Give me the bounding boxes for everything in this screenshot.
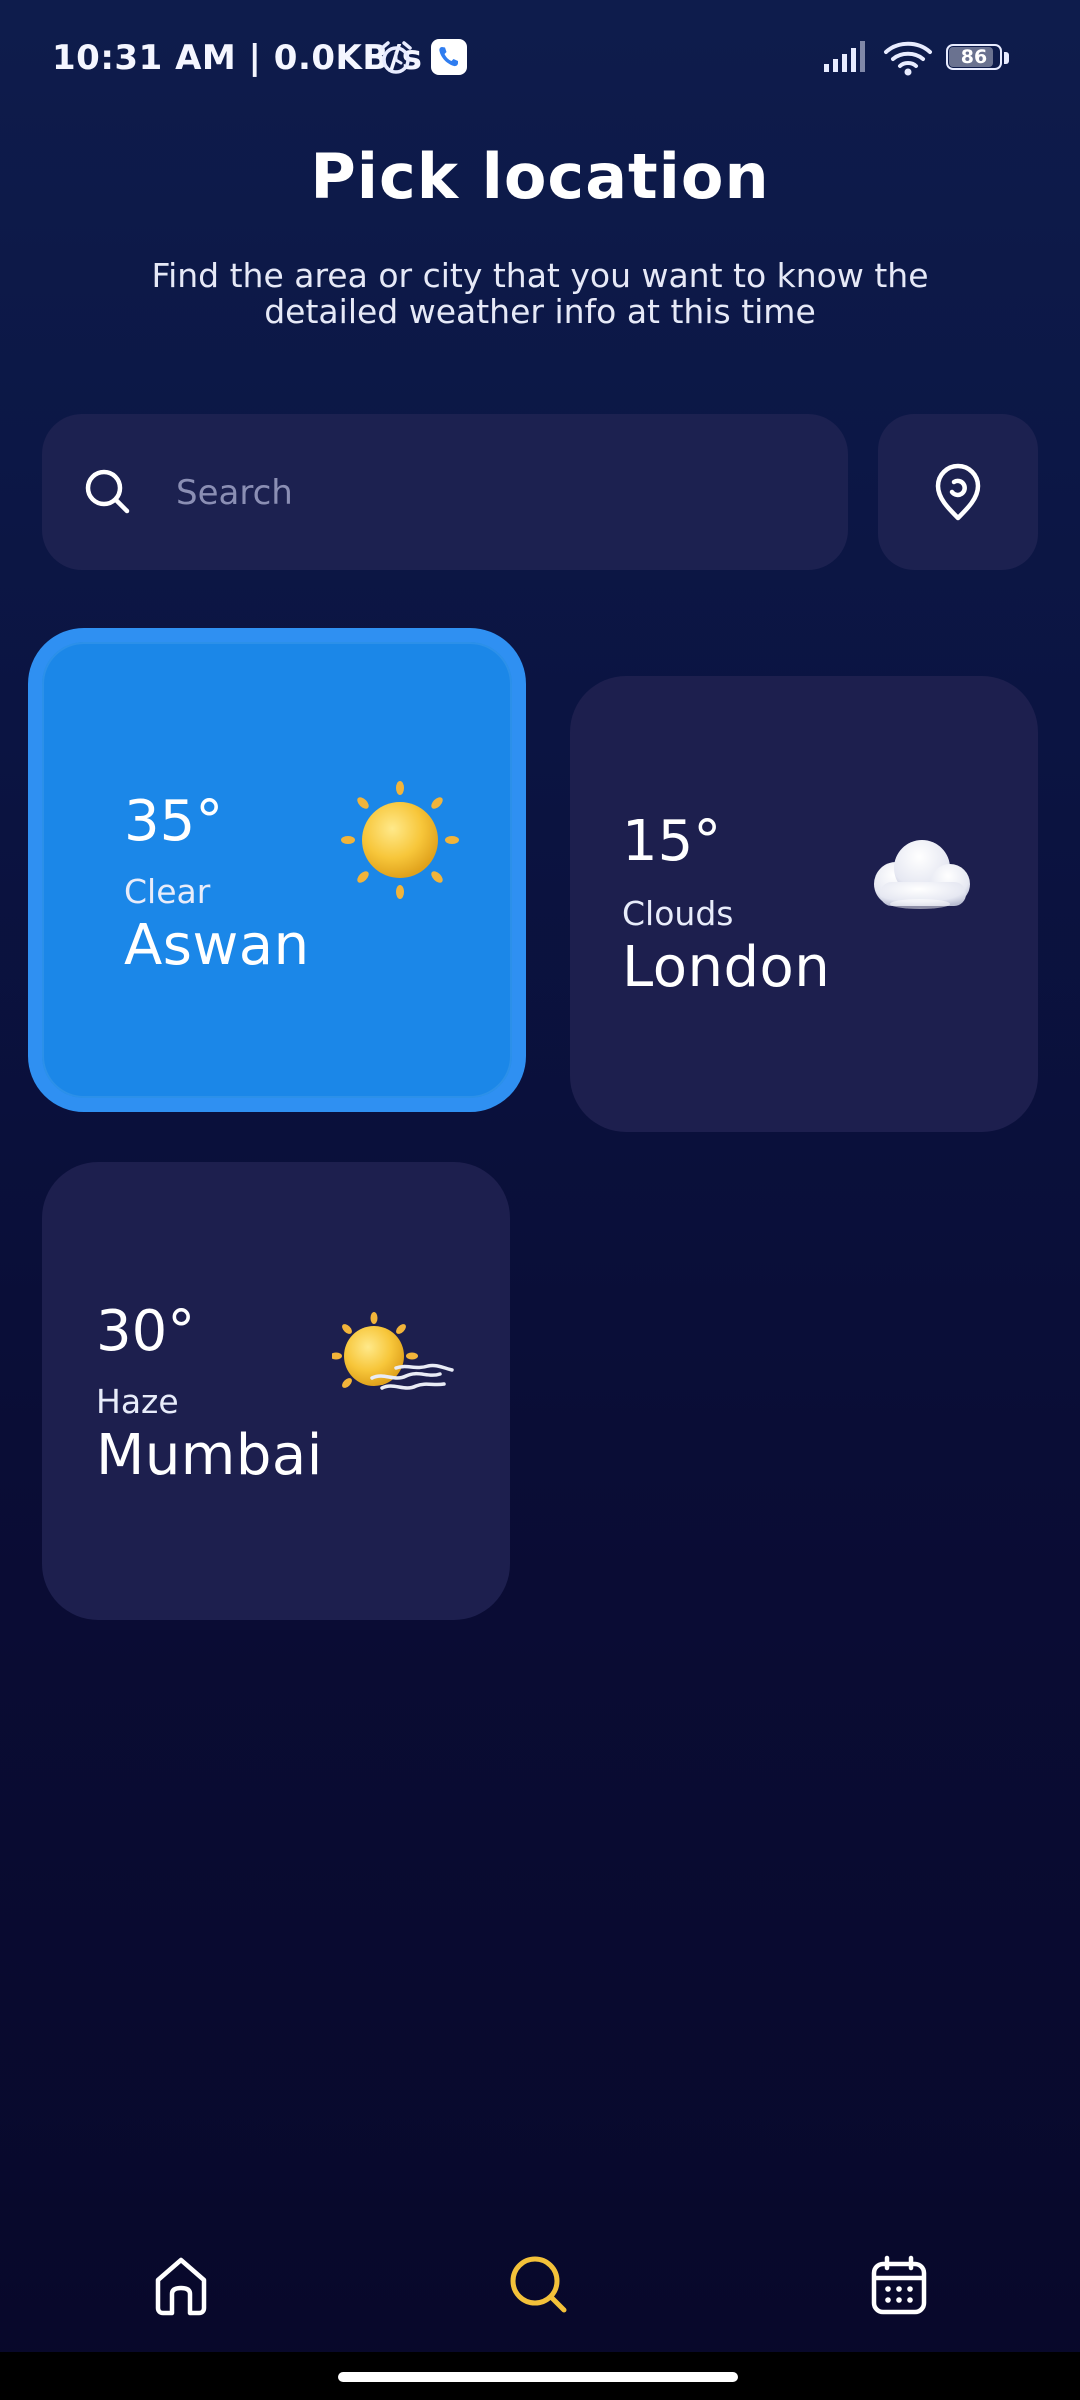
search-input[interactable] <box>174 462 818 524</box>
card-city: Mumbai <box>96 1423 323 1488</box>
page-title: Pick location <box>310 140 770 213</box>
card-condition: Clouds <box>622 894 734 933</box>
wifi-icon <box>884 41 932 76</box>
card-condition: Clear <box>124 872 211 911</box>
sun-icon <box>341 781 459 899</box>
card-city: Aswan <box>124 913 310 978</box>
weather-card-mumbai[interactable]: 30° Haze Mumbai <box>42 1162 510 1620</box>
card-city: London <box>622 935 831 1000</box>
search-icon <box>85 469 130 514</box>
search-box[interactable] <box>42 414 848 570</box>
haze-icon <box>332 1312 454 1390</box>
card-temperature: 30° <box>96 1299 196 1364</box>
cloud-icon <box>874 840 970 909</box>
calendar-icon[interactable] <box>864 2250 934 2320</box>
weather-card-london[interactable]: 15° Clouds London <box>570 676 1038 1132</box>
card-temperature: 35° <box>124 789 224 854</box>
status-time: 10:31 AM | 0.0KB/s <box>52 38 423 78</box>
home-icon[interactable] <box>146 2250 216 2320</box>
battery-icon: 86 <box>946 44 1012 74</box>
location-pin-icon <box>935 463 981 521</box>
phone-app-icon <box>431 39 467 75</box>
card-temperature: 15° <box>622 809 722 874</box>
card-condition: Haze <box>96 1382 179 1421</box>
page-subtitle: Find the area or city that you want to k… <box>151 256 929 331</box>
bottom-nav <box>0 2210 1080 2350</box>
current-location-button[interactable] <box>878 414 1038 570</box>
status-bar: 10:31 AM | 0.0KB/s 86 <box>0 0 1080 120</box>
alarm-icon <box>380 41 412 74</box>
gesture-handle[interactable] <box>338 2372 738 2382</box>
weather-card-aswan[interactable]: 35° Clear Aswan <box>28 628 526 1112</box>
gesture-bar <box>0 2352 1080 2400</box>
battery-nub <box>1004 52 1009 64</box>
signal-icon <box>824 41 865 72</box>
battery-percentage: 86 <box>960 46 988 68</box>
search-nav-icon[interactable] <box>504 2250 574 2320</box>
